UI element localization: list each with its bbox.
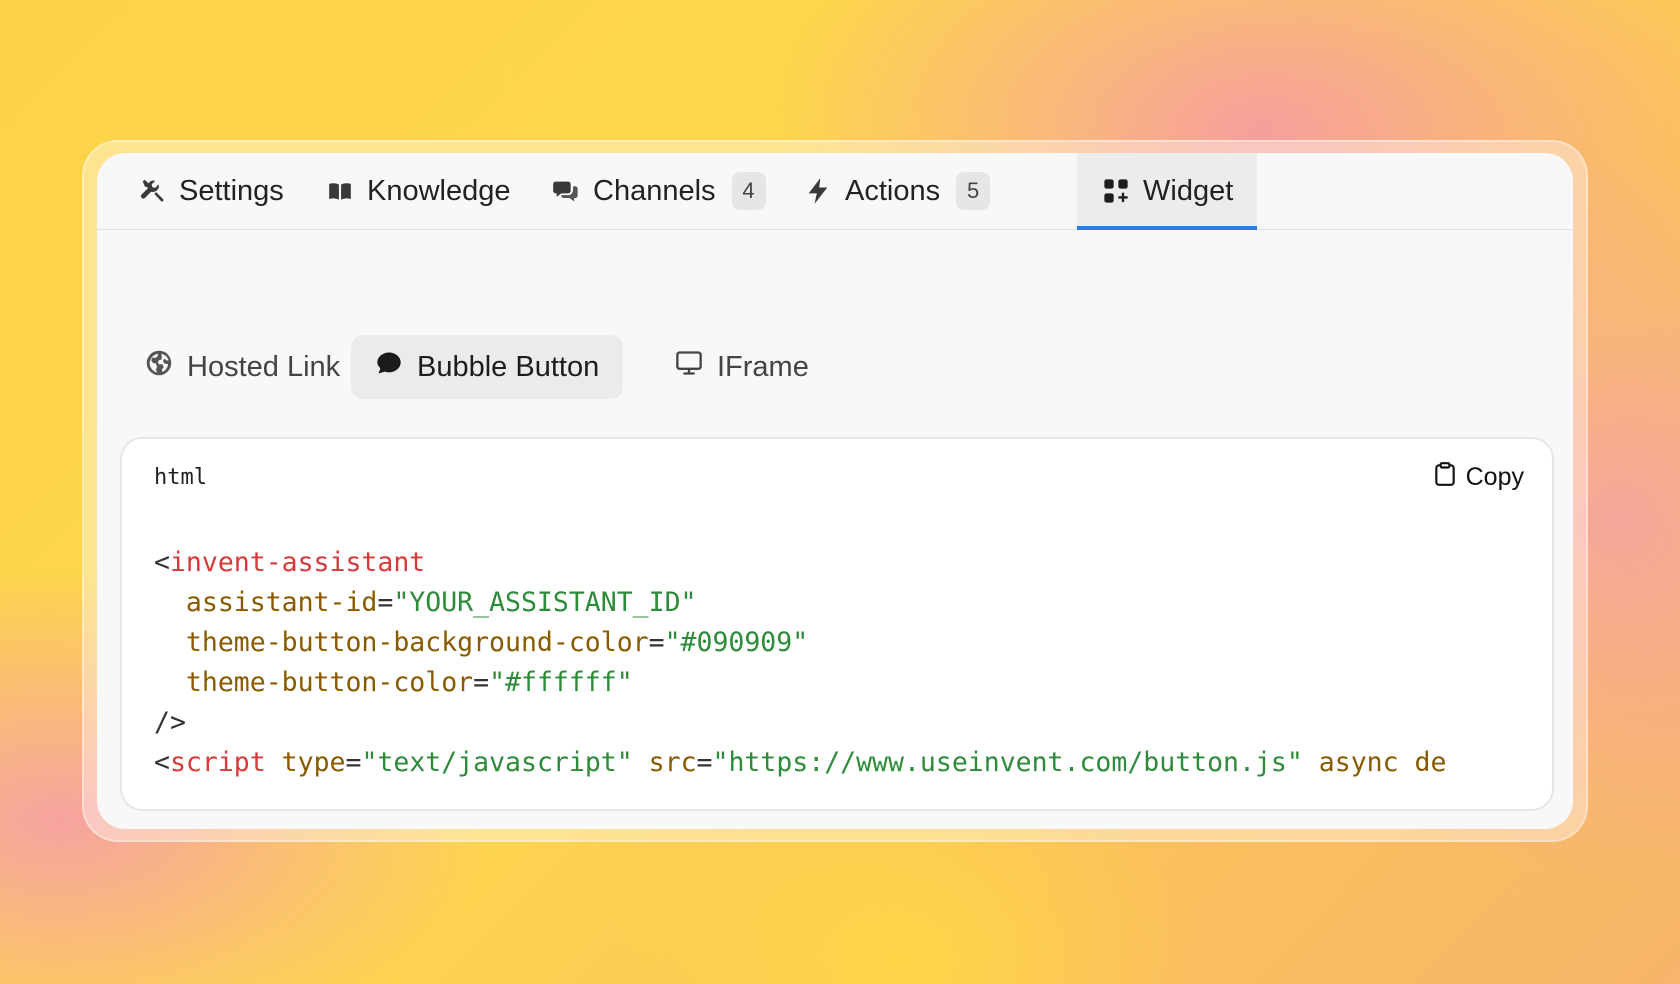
- subtab-iframe[interactable]: IFrame: [675, 335, 809, 399]
- squares-plus-icon: [1101, 176, 1131, 206]
- tab-widget[interactable]: Widget: [1077, 153, 1258, 230]
- code-attr: type: [281, 747, 346, 778]
- chat-bubbles-icon: [551, 176, 581, 206]
- tab-knowledge[interactable]: Knowledge: [325, 153, 511, 229]
- code-string: "#090909": [664, 627, 809, 658]
- code-language-label: html: [154, 465, 207, 490]
- channels-count-badge: 4: [731, 172, 766, 210]
- tab-widget-label: Widget: [1143, 174, 1234, 207]
- code-token: =: [377, 587, 394, 618]
- code-attr: src: [648, 747, 697, 778]
- code-token: <: [154, 747, 170, 778]
- subtab-bubble-button-label: Bubble Button: [417, 350, 600, 383]
- code-attr: theme-button-color: [185, 667, 474, 698]
- code-string: "text/javascript": [361, 747, 633, 778]
- subtab-bubble-button[interactable]: Bubble Button: [351, 335, 624, 399]
- code-token: =: [345, 747, 362, 778]
- code-token: <: [154, 547, 170, 578]
- code-token: />: [154, 707, 186, 738]
- code-attr: assistant-id: [185, 587, 378, 618]
- code-token: =: [696, 747, 713, 778]
- subtab-hosted-link-label: Hosted Link: [187, 350, 341, 383]
- tab-channels[interactable]: Channels 4: [551, 153, 766, 229]
- code-attr: theme-button-background-color: [185, 627, 649, 658]
- top-tab-bar: Settings Knowledge Channels 4 Actions 5 …: [97, 153, 1573, 230]
- monitor-icon: [675, 349, 703, 385]
- tab-knowledge-label: Knowledge: [367, 174, 511, 207]
- copy-button[interactable]: Copy: [1434, 461, 1524, 494]
- tab-actions[interactable]: Actions 5: [803, 153, 991, 229]
- tab-settings-label: Settings: [179, 174, 284, 207]
- bolt-icon: [803, 176, 833, 206]
- code-string: "#ffffff": [489, 667, 633, 698]
- tab-settings[interactable]: Settings: [137, 153, 284, 229]
- code-string: "https://www.useinvent.com/button.js": [712, 747, 1303, 778]
- subtab-hosted-link[interactable]: Hosted Link: [145, 335, 340, 399]
- tab-actions-label: Actions: [845, 174, 941, 207]
- code-snippet[interactable]: <invent-assistant assistant-id="YOUR_ASS…: [154, 543, 1446, 783]
- widget-settings-card: Settings Knowledge Channels 4 Actions 5 …: [97, 153, 1573, 829]
- code-tag: invent-assistant: [169, 547, 426, 578]
- chat-bubble-icon: [375, 349, 403, 385]
- copy-button-label: Copy: [1465, 463, 1524, 491]
- tab-channels-label: Channels: [593, 174, 716, 207]
- globe-icon: [145, 349, 173, 385]
- code-string: "YOUR_ASSISTANT_ID": [393, 587, 697, 618]
- subtab-iframe-label: IFrame: [717, 350, 809, 383]
- code-token: =: [473, 667, 490, 698]
- wrench-screwdriver-icon: [137, 176, 167, 206]
- actions-count-badge: 5: [956, 172, 991, 210]
- code-snippet-box: html Copy <invent-assistant assistant-id…: [120, 437, 1554, 811]
- book-icon: [325, 176, 355, 206]
- code-token: =: [648, 627, 665, 658]
- code-tag: script: [169, 747, 266, 778]
- code-attr: async de: [1318, 747, 1447, 778]
- clipboard-icon: [1434, 461, 1456, 494]
